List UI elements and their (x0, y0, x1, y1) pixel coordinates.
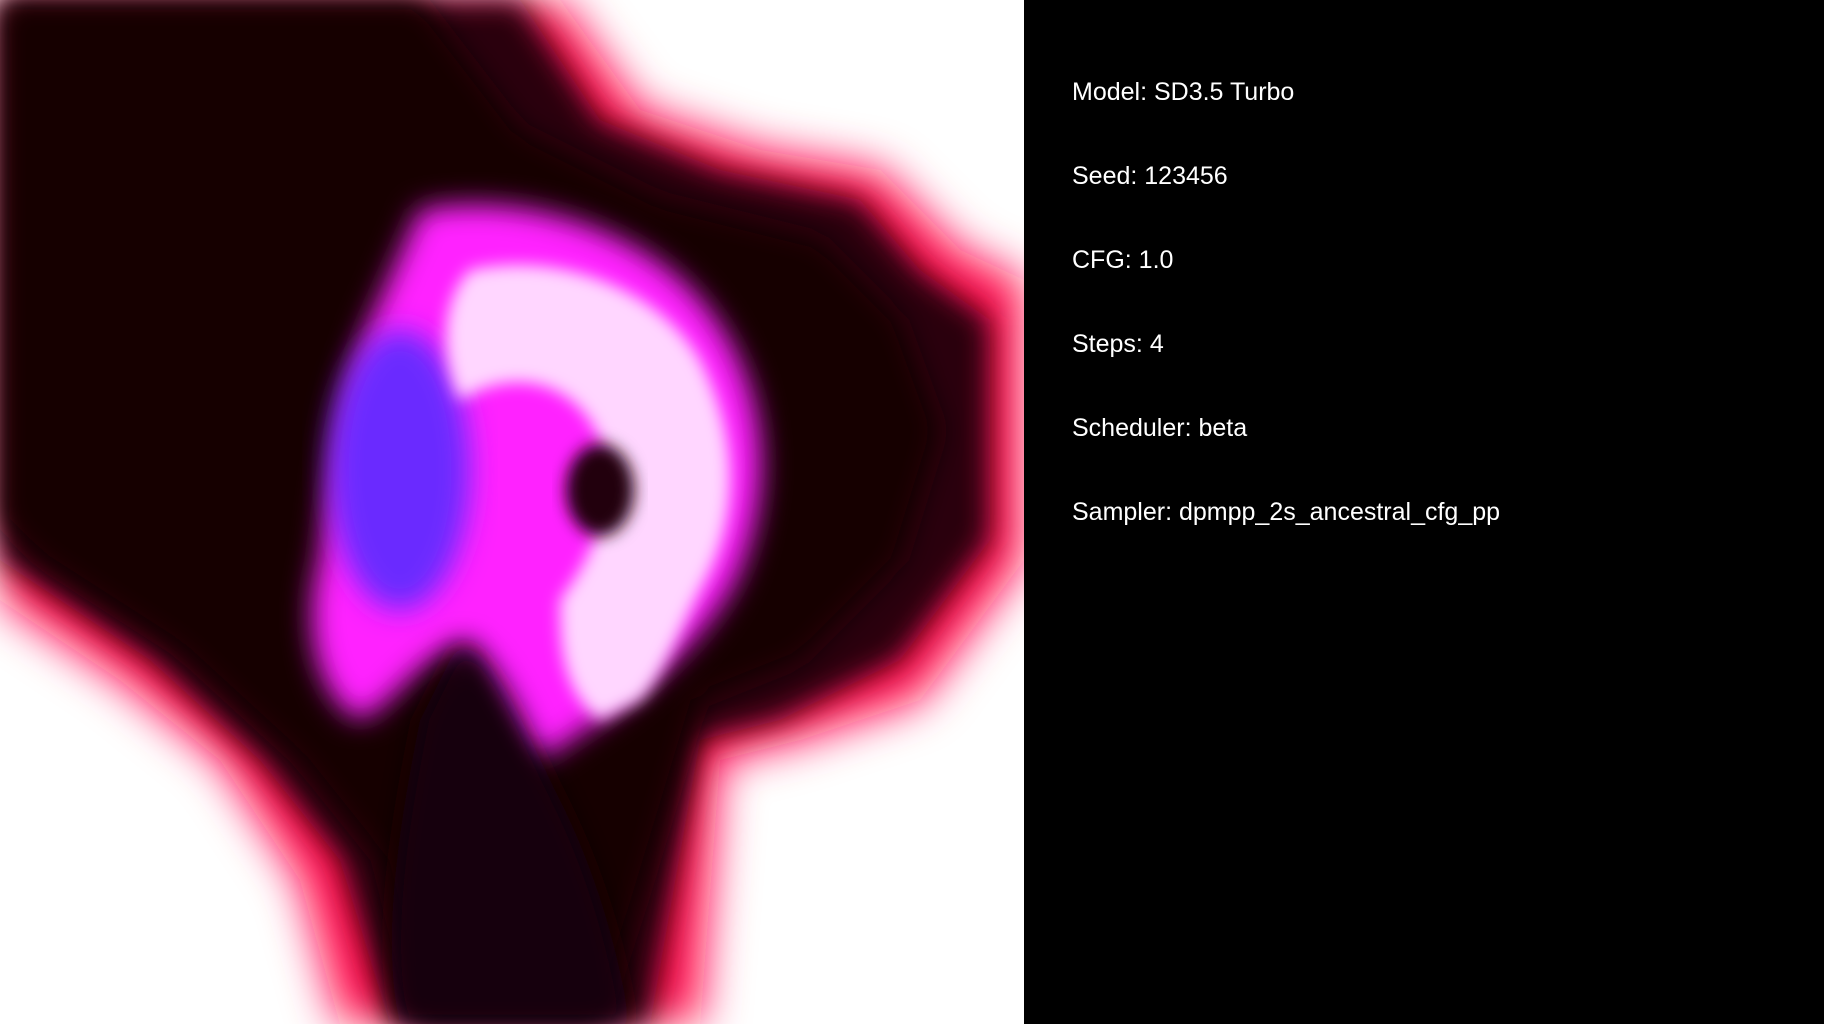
seed-label: Seed: 123456 (1072, 162, 1228, 190)
cfg-label: CFG: 1.0 (1072, 246, 1174, 274)
generation-info-panel: Model: SD3.5 Turbo Seed: 123456 CFG: 1.0… (1024, 0, 1824, 1024)
steps-label: Steps: 4 (1072, 330, 1164, 358)
sampler-label: Sampler: dpmpp_2s_ancestral_cfg_pp (1072, 498, 1501, 526)
generated-image (0, 0, 1024, 1024)
screen-frame: Model: SD3.5 Turbo Seed: 123456 CFG: 1.0… (0, 0, 1824, 1024)
dark-center-shape (566, 444, 634, 536)
generated-image-canvas (0, 0, 1024, 1024)
violet-patch-shape (330, 330, 470, 610)
scheduler-label: Scheduler: beta (1072, 414, 1248, 442)
model-label: Model: SD3.5 Turbo (1072, 78, 1295, 106)
